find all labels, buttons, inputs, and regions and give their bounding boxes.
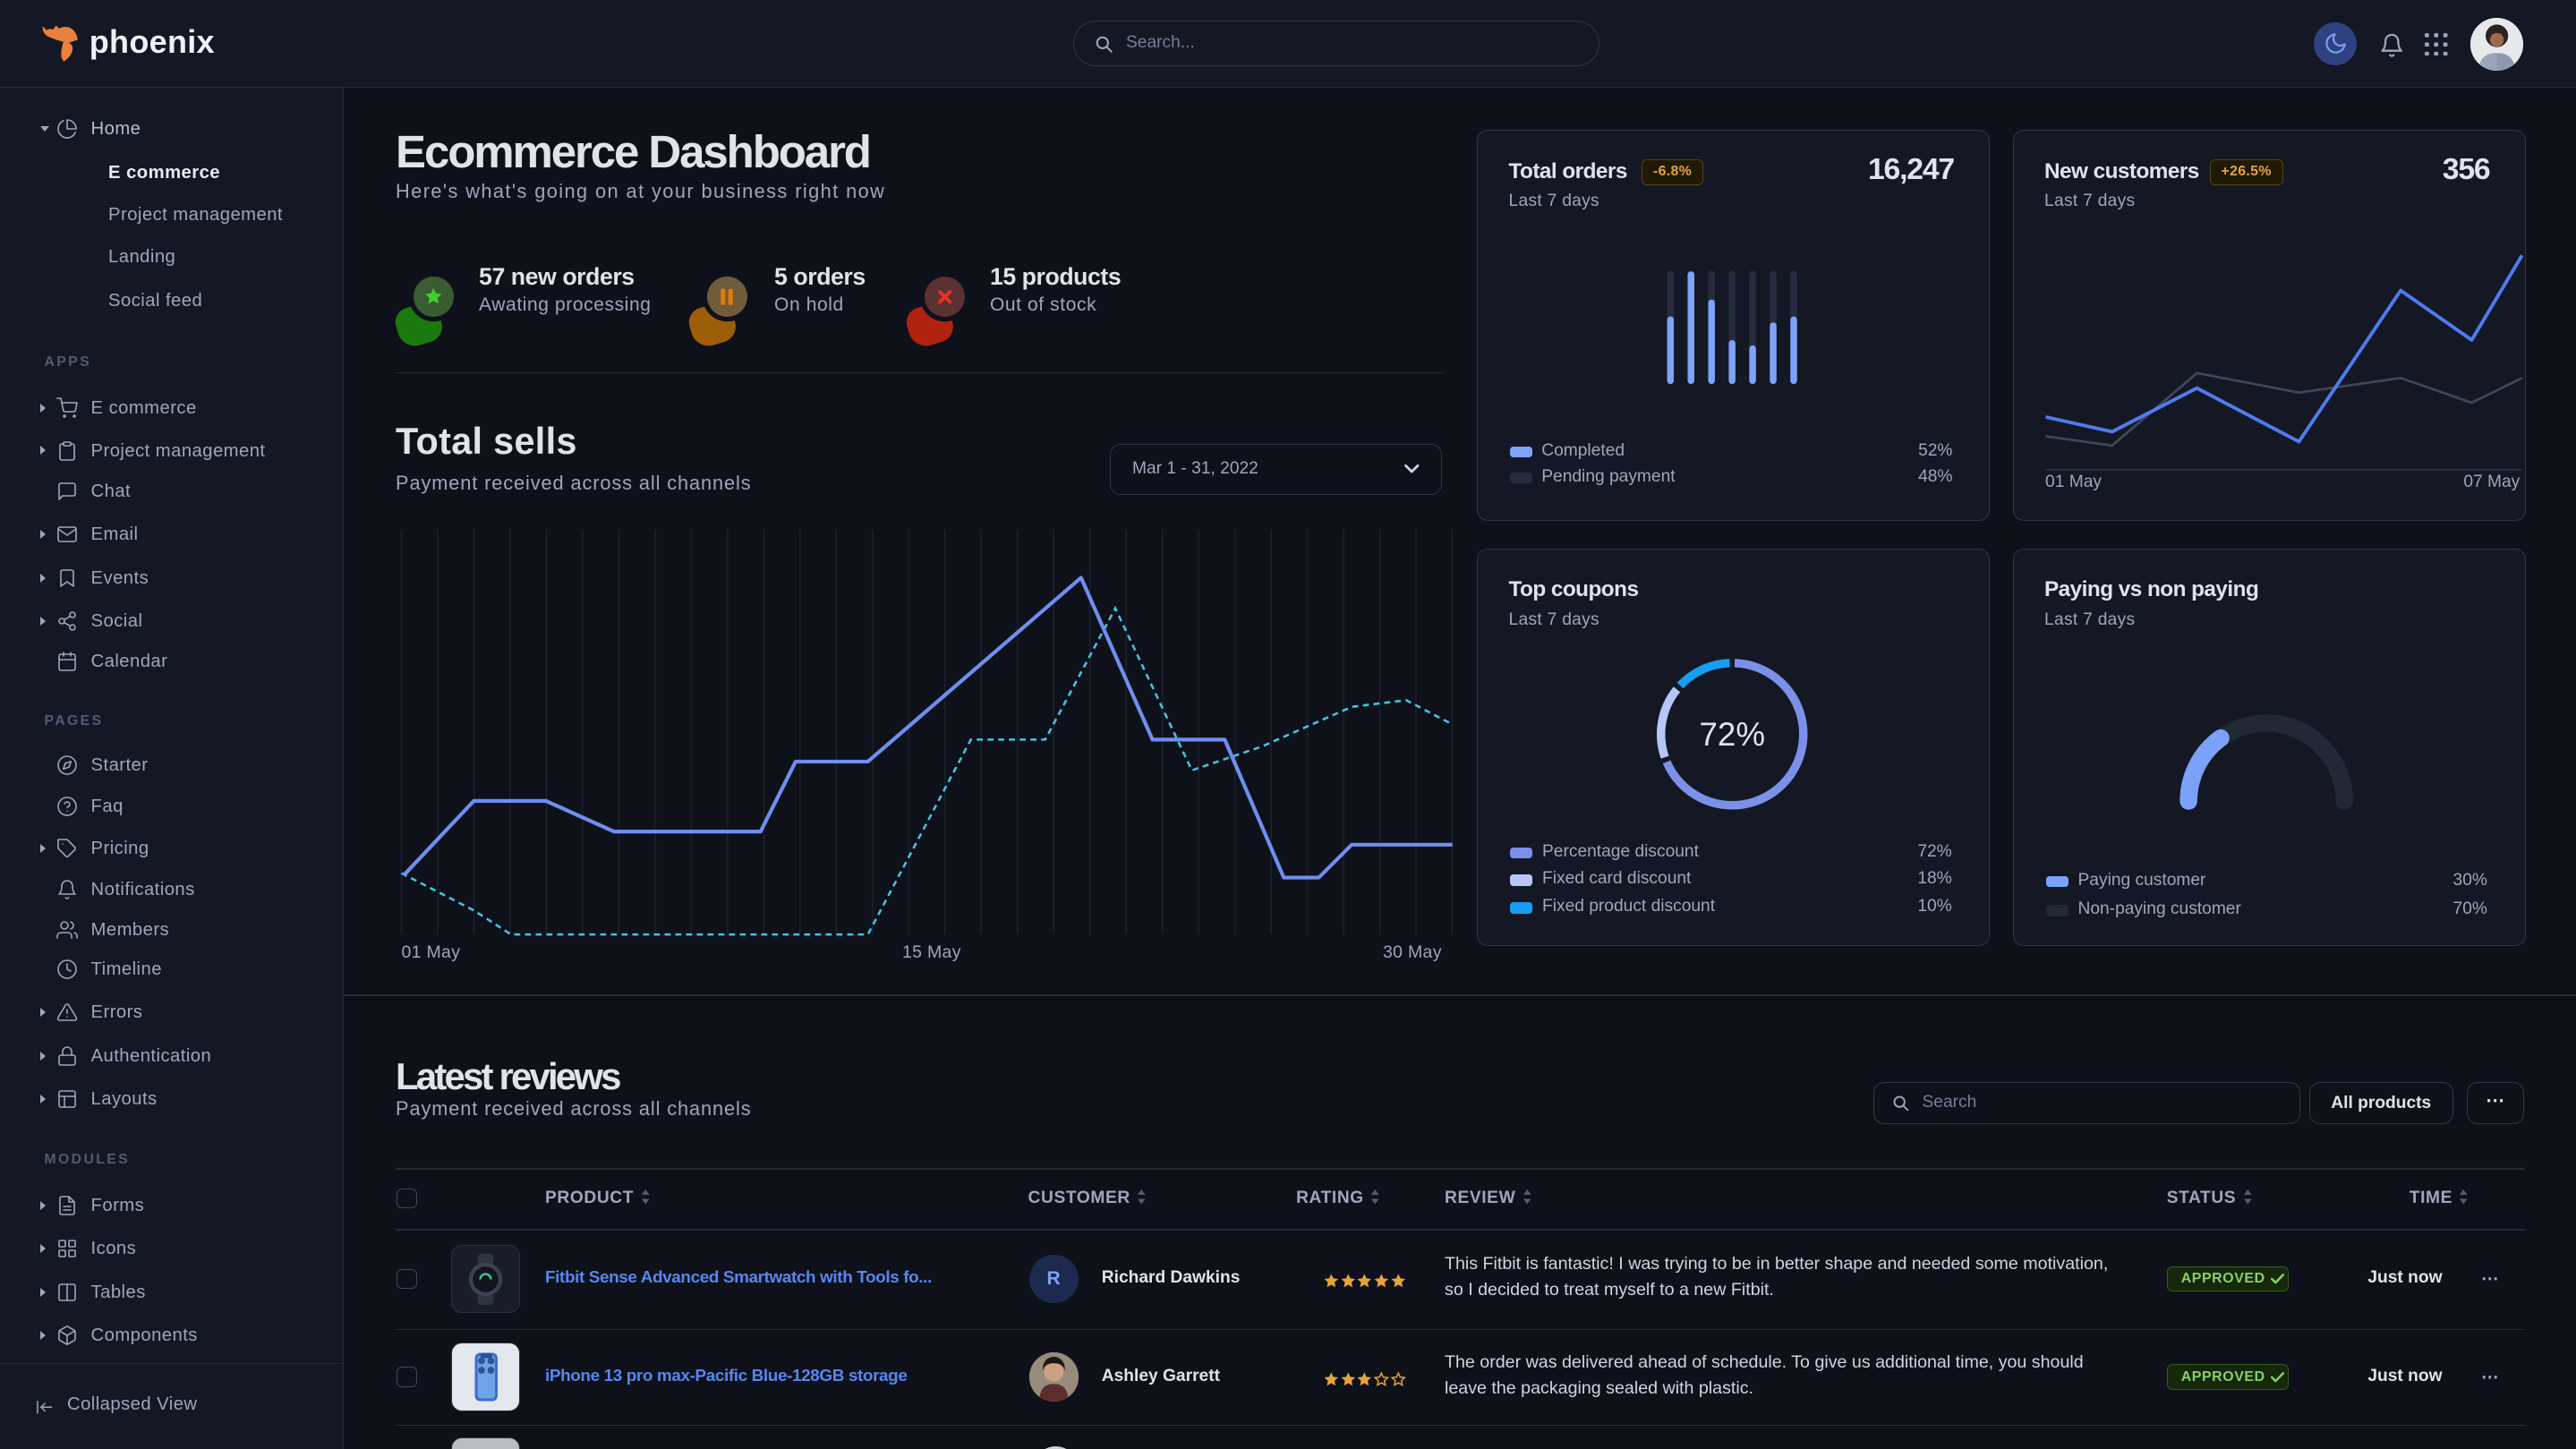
svg-text:72%: 72%	[1699, 716, 1765, 753]
